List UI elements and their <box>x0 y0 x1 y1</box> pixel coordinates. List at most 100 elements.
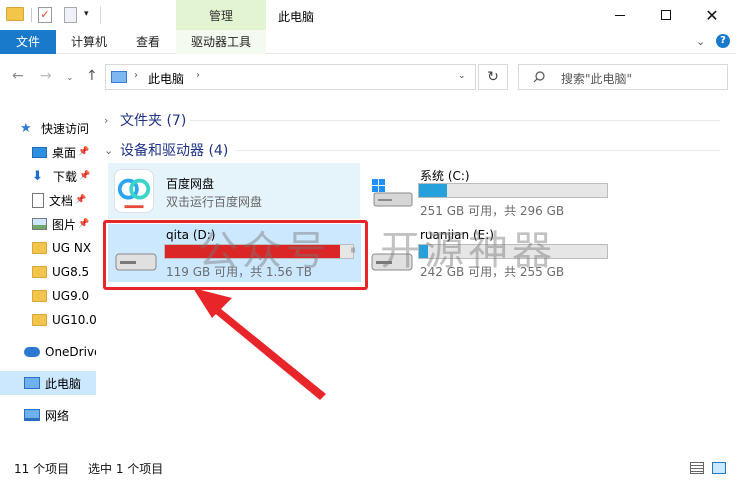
new-folder-icon[interactable] <box>64 7 77 23</box>
maximize-button[interactable] <box>643 0 689 30</box>
drive-c-usage-bar <box>418 183 608 198</box>
pin-icon: 📌 <box>79 171 91 181</box>
sidebar-item-label: UG8.5 <box>52 265 90 279</box>
windows-drive-icon <box>372 179 413 207</box>
pin-icon: 📌 <box>75 195 87 205</box>
sidebar-item-network[interactable]: 网络 <box>0 403 96 427</box>
sidebar-item-desktop[interactable]: 桌面 📌 <box>0 140 96 164</box>
tab-drive-tools[interactable]: 驱动器工具 <box>176 30 266 54</box>
onedrive-cloud-icon <box>24 347 40 357</box>
group-header-devices[interactable]: ⌄ 设备和驱动器 (4) <box>104 140 228 160</box>
chevron-down-icon: ⌄ <box>104 143 114 157</box>
help-icon[interactable]: ? <box>716 34 730 48</box>
properties-icon[interactable]: ✓ <box>38 7 52 23</box>
sidebar-item-label: UG10.0 <box>52 313 96 327</box>
sidebar-item-ug-nx[interactable]: UG NX <box>0 236 96 260</box>
group-header-folders[interactable]: › 文件夹 (7) <box>104 110 186 130</box>
desktop-icon <box>32 146 47 158</box>
status-bar: 11 个项目 选中 1 个项目 <box>0 454 736 482</box>
sidebar-item-pictures[interactable]: 图片 📌 <box>0 212 96 236</box>
ribbon: 文件 计算机 查看 驱动器工具 ⌄ ? <box>0 30 736 54</box>
folder-icon <box>32 266 47 278</box>
drive-c-name: 系统 (C:) <box>420 169 470 183</box>
customize-toolbar-icon[interactable]: ▾ <box>84 9 89 19</box>
expand-ribbon-icon[interactable]: ⌄ <box>696 35 705 48</box>
picture-icon <box>32 218 47 230</box>
sidebar-item-label: 文档 <box>49 193 74 208</box>
tab-file[interactable]: 文件 <box>0 30 56 54</box>
tab-view[interactable]: 查看 <box>130 30 166 54</box>
search-icon <box>533 71 545 83</box>
window-title: 此电脑 <box>278 10 315 24</box>
sidebar-item-onedrive[interactable]: OneDrive <box>0 340 96 364</box>
drive-e-usage-bar <box>418 244 608 259</box>
sidebar-item-label: UG9.0 <box>52 289 90 303</box>
search-placeholder: 搜索"此电脑" <box>561 72 633 86</box>
refresh-button[interactable]: ↻ <box>478 64 508 90</box>
sidebar-item-label: 桌面 <box>52 145 77 160</box>
drive-e-name: ruanjian (E:) <box>420 228 494 242</box>
baidu-netdisk-icon <box>114 169 154 213</box>
breadcrumb-chevron-icon[interactable]: › <box>196 70 200 81</box>
pin-icon: 📌 <box>78 219 90 229</box>
sidebar-item-ug100[interactable]: UG10.0 <box>0 308 96 332</box>
folder-icon <box>6 7 24 21</box>
drive-c-item[interactable]: 系统 (C:) 251 GB 可用，共 296 GB <box>366 163 616 219</box>
sidebar-item-ug85[interactable]: UG8.5 <box>0 260 96 284</box>
details-view-icon[interactable] <box>690 462 704 474</box>
baidu-netdisk-subtitle: 双击运行百度网盘 <box>166 195 263 209</box>
baidu-netdisk-name: 百度网盘 <box>166 177 215 191</box>
status-item-count: 11 个项目 <box>14 462 70 476</box>
drive-e-item[interactable]: ruanjian (E:) 242 GB 可用，共 255 GB <box>366 224 616 280</box>
sidebar-item-downloads[interactable]: ⬇ 下载 📌 <box>0 164 96 188</box>
status-selection: 选中 1 个项目 <box>88 462 164 476</box>
navigation-bar: ← → ⌄ ↑ › 此电脑 › ⌄ ↻ 搜索"此电脑" <box>0 60 736 94</box>
baidu-netdisk-item[interactable]: 百度网盘 双击运行百度网盘 <box>108 163 360 219</box>
qa-divider <box>100 6 101 24</box>
sidebar-item-label: OneDrive <box>45 345 96 359</box>
navigation-pane: ★ 快速访问 桌面 📌 ⬇ 下载 📌 文档 📌 图片 📌 UG NX UG8.5… <box>0 100 96 450</box>
title-bar: ✓ ▾ 管理 此电脑 ✕ <box>0 0 736 30</box>
annotation-highlight-box <box>103 220 368 290</box>
back-arrow-icon[interactable]: ← <box>12 68 24 84</box>
minimize-icon <box>615 14 625 16</box>
download-icon: ⬇ <box>32 169 43 184</box>
group-header-label: 文件夹 (7) <box>120 113 187 129</box>
forward-arrow-icon[interactable]: → <box>40 68 52 84</box>
group-divider <box>190 120 720 121</box>
sidebar-item-label: 下载 <box>53 169 78 184</box>
large-icons-view-icon[interactable] <box>712 462 726 474</box>
breadcrumb-chevron-icon[interactable]: › <box>134 70 138 81</box>
sidebar-item-quick-access[interactable]: ★ 快速访问 <box>0 116 96 140</box>
drive-e-info: 242 GB 可用，共 255 GB <box>420 265 565 279</box>
folder-icon <box>32 242 47 254</box>
recent-locations-icon[interactable]: ⌄ <box>66 70 74 86</box>
sidebar-item-label: 网络 <box>45 408 70 423</box>
sidebar-item-documents[interactable]: 文档 📌 <box>0 188 96 212</box>
context-tab-manage[interactable]: 管理 <box>176 0 266 30</box>
minimize-button[interactable] <box>597 0 643 30</box>
group-header-label: 设备和驱动器 (4) <box>120 143 229 159</box>
folder-icon <box>32 290 47 302</box>
chevron-right-icon: › <box>104 113 109 127</box>
pin-icon: 📌 <box>78 147 90 157</box>
breadcrumb-this-pc[interactable]: 此电脑 <box>148 70 184 87</box>
sidebar-item-ug90[interactable]: UG9.0 <box>0 284 96 308</box>
sidebar-item-this-pc[interactable]: 此电脑 <box>0 371 96 395</box>
address-dropdown-icon[interactable]: ⌄ <box>458 71 466 81</box>
close-button[interactable]: ✕ <box>689 0 735 30</box>
sidebar-item-label: 快速访问 <box>41 121 90 136</box>
address-bar[interactable]: › 此电脑 › ⌄ <box>105 64 476 90</box>
group-divider <box>236 150 720 151</box>
search-input[interactable]: 搜索"此电脑" <box>518 64 728 90</box>
folder-icon <box>32 314 47 326</box>
up-arrow-icon[interactable]: ↑ <box>86 68 98 84</box>
tab-computer[interactable]: 计算机 <box>66 30 112 54</box>
sidebar-item-label: 图片 <box>52 217 77 232</box>
drive-c-usage-fill <box>419 184 448 197</box>
sidebar-item-label: UG NX <box>52 241 92 255</box>
maximize-icon <box>661 10 671 20</box>
drive-e-usage-fill <box>419 245 429 258</box>
hard-drive-icon <box>371 253 413 271</box>
document-icon <box>32 192 44 208</box>
